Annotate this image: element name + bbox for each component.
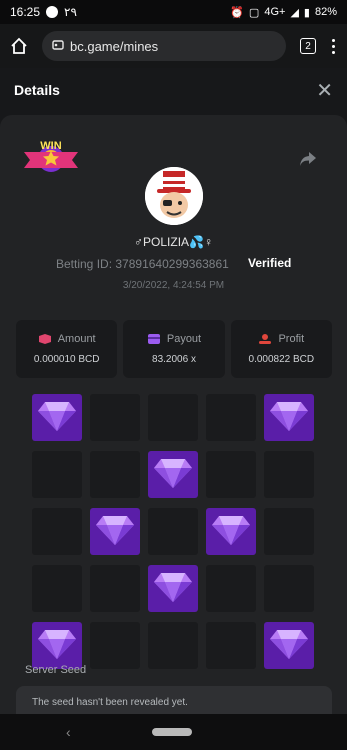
grid-cell-empty	[32, 508, 82, 555]
gem-icon	[95, 512, 135, 551]
gem-icon	[211, 512, 251, 551]
grid-cell-empty	[264, 508, 314, 555]
gem-icon	[269, 398, 309, 437]
username: ♂POLIZIA💦♀	[134, 235, 213, 249]
grid-cell-empty	[206, 565, 256, 612]
close-icon[interactable]: ✕	[316, 78, 333, 103]
back-icon[interactable]: ‹	[66, 724, 71, 740]
bet-details-panel: WIN ♂POLIZIA💦♀ Betting ID: 3789164029936…	[0, 115, 347, 714]
gem-icon	[153, 455, 193, 494]
status-time: 16:25	[10, 5, 41, 19]
grid-cell-empty	[148, 622, 198, 669]
app-notification-icon	[46, 6, 59, 18]
grid-cell-empty	[148, 508, 198, 555]
browser-toolbar: bc.game/mines 2	[0, 24, 347, 68]
stat-profit: Profit 0.000822 BCD	[230, 320, 332, 378]
grid-cell-empty	[90, 394, 140, 441]
modal-header: Details ✕	[0, 68, 347, 112]
gem-icon	[37, 626, 77, 665]
betting-id: Betting ID: 37891640299363861	[56, 257, 229, 271]
grid-cell-gem	[206, 508, 256, 555]
home-icon[interactable]	[8, 35, 30, 57]
grid-cell-empty	[206, 451, 256, 498]
site-info-icon[interactable]	[52, 39, 64, 54]
avatar[interactable]	[145, 167, 203, 225]
grid-cell-empty	[264, 451, 314, 498]
home-pill[interactable]	[152, 728, 192, 736]
gem-icon	[37, 398, 77, 437]
bet-stats: Amount 0.000010 BCD Payout 83.2006 x Pro…	[16, 320, 332, 378]
alarm-icon: ⏰	[230, 6, 244, 19]
grid-cell-empty	[90, 622, 140, 669]
verified-link[interactable]: Verified	[248, 256, 291, 270]
status-bar: 16:25 ٢٩ ⏰ ▢ 4G+ ◢ ▮ 82%	[0, 0, 347, 24]
grid-cell-gem	[90, 508, 140, 555]
grid-cell-empty	[206, 394, 256, 441]
grid-cell-gem	[148, 451, 198, 498]
grid-cell-gem	[264, 622, 314, 669]
stat-payout: Payout 83.2006 x	[123, 320, 225, 378]
stat-label: Amount	[57, 333, 96, 345]
signal-icon: ◢	[290, 6, 299, 19]
url-bar[interactable]: bc.game/mines	[42, 31, 286, 61]
stat-value: 0.000822 BCD	[248, 354, 315, 365]
grid-cell-empty	[264, 565, 314, 612]
url-text[interactable]: bc.game/mines	[70, 39, 158, 54]
amount-icon	[38, 334, 51, 344]
stat-label: Payout	[166, 333, 202, 345]
payout-icon	[147, 334, 160, 344]
server-seed-box: The seed hasn't been revealed yet.	[16, 686, 332, 714]
battery-icon: ▮	[303, 6, 310, 19]
stat-label: Profit	[278, 333, 305, 345]
betting-id-value: 37891640299363861	[115, 257, 229, 271]
grid-cell-empty	[32, 451, 82, 498]
grid-cell-empty	[90, 565, 140, 612]
share-icon[interactable]	[299, 151, 317, 167]
grid-cell-empty	[90, 451, 140, 498]
grid-cell-gem	[264, 394, 314, 441]
vibrate-icon: ▢	[248, 6, 260, 19]
stat-amount: Amount 0.000010 BCD	[16, 320, 118, 378]
status-extra: ٢٩	[64, 5, 77, 19]
page-title: Details	[14, 82, 60, 98]
grid-cell-gem	[148, 565, 198, 612]
grid-cell-empty	[148, 394, 198, 441]
profit-icon	[259, 334, 272, 344]
grid-cell-gem	[32, 622, 82, 669]
stat-value: 0.000010 BCD	[33, 354, 100, 365]
grid-cell-empty	[32, 565, 82, 612]
system-nav-bar: ‹	[0, 714, 347, 750]
network-type: 4G+	[264, 6, 286, 18]
grid-cell-gem	[32, 394, 82, 441]
mines-grid	[32, 394, 314, 669]
gem-icon	[153, 569, 193, 608]
win-badge-text: WIN	[40, 140, 61, 152]
details-modal: Details ✕ WIN ♂POLIZIA💦♀ Betting ID: 378…	[0, 68, 347, 714]
bet-datetime: 3/20/2022, 4:24:54 PM	[122, 280, 225, 291]
stat-value: 83.2006 x	[152, 354, 196, 365]
gem-icon	[269, 626, 309, 665]
tab-switcher-button[interactable]: 2	[300, 38, 316, 54]
betting-id-label: Betting ID:	[56, 257, 113, 271]
browser-menu-button[interactable]	[332, 38, 336, 54]
battery-level: 82%	[314, 6, 337, 18]
win-badge: WIN	[22, 137, 80, 177]
grid-cell-empty	[206, 622, 256, 669]
server-seed-label: Server Seed	[25, 664, 87, 676]
